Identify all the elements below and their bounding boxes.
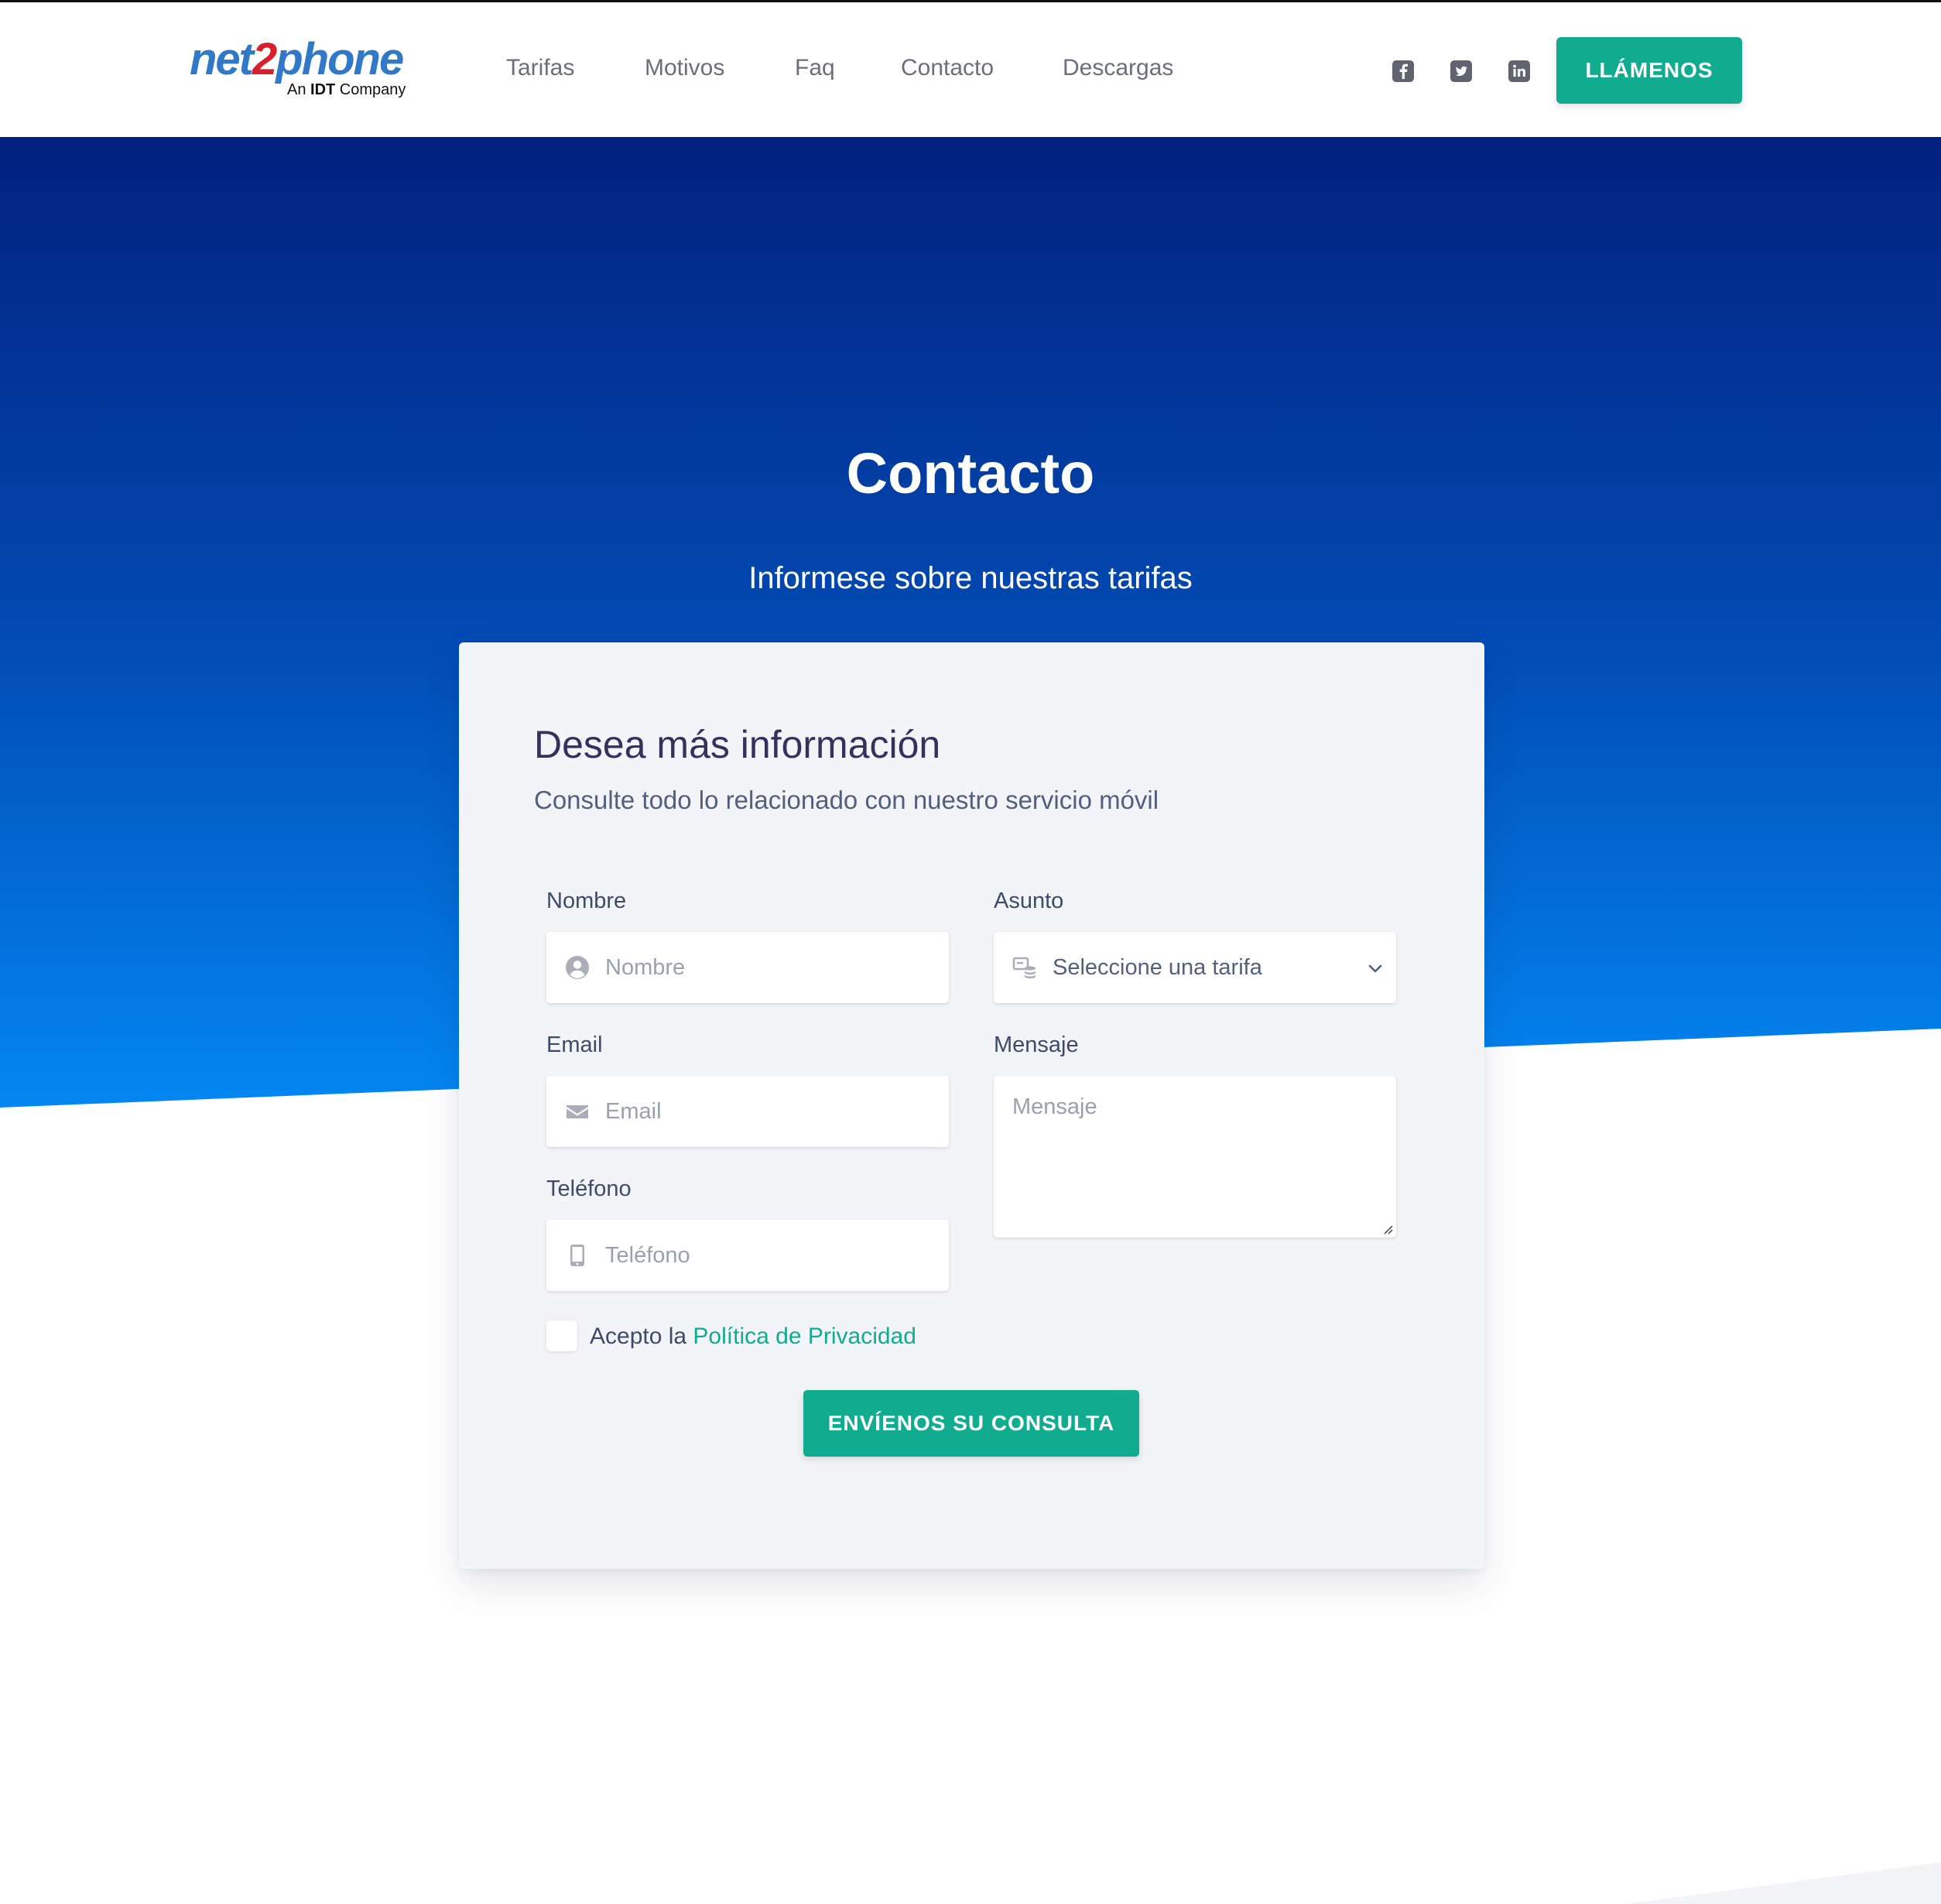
nav-descargas[interactable]: Descargas bbox=[1063, 55, 1173, 81]
telefono-field bbox=[546, 1220, 949, 1291]
resize-grip-icon[interactable] bbox=[1381, 1222, 1393, 1235]
site-header: net2phone An IDT Company Tarifas Motivos… bbox=[0, 2, 1941, 137]
privacy-label: Acepto la Política de Privacidad bbox=[590, 1324, 916, 1349]
mobile-phone-icon bbox=[565, 1243, 590, 1268]
page-subtitle: Informese sobre nuestras tarifas bbox=[748, 561, 1193, 595]
form-title: Desea más información bbox=[534, 723, 941, 766]
chevron-down-icon bbox=[1368, 964, 1382, 973]
nav-tarifas[interactable]: Tarifas bbox=[506, 55, 574, 81]
plan-list-icon bbox=[1012, 955, 1037, 980]
page-title: Contacto bbox=[846, 441, 1095, 505]
twitter-icon[interactable] bbox=[1450, 60, 1473, 83]
mensaje-textarea[interactable] bbox=[994, 1076, 1396, 1238]
logo-tagline: An IDT Company bbox=[287, 81, 406, 98]
envelope-icon bbox=[565, 1099, 590, 1124]
call-us-button[interactable]: LLÁMENOS bbox=[1556, 37, 1742, 104]
footer-wedge bbox=[1625, 1862, 1941, 1904]
asunto-select[interactable]: Seleccione una tarifa bbox=[994, 932, 1396, 1003]
privacy-checkbox[interactable] bbox=[546, 1320, 577, 1351]
user-icon bbox=[565, 955, 590, 980]
email-field bbox=[546, 1076, 949, 1147]
mensaje-field bbox=[994, 1076, 1396, 1238]
nombre-label: Nombre bbox=[546, 889, 627, 913]
email-label: Email bbox=[546, 1032, 603, 1057]
contact-form-card: Desea más información Consulte todo lo r… bbox=[459, 642, 1484, 1569]
nav-contacto[interactable]: Contacto bbox=[901, 55, 994, 81]
telefono-label: Teléfono bbox=[546, 1176, 632, 1201]
asunto-label: Asunto bbox=[994, 889, 1064, 913]
nav-faq[interactable]: Faq bbox=[795, 55, 835, 81]
nombre-field bbox=[546, 932, 949, 1003]
form-subtitle: Consulte todo lo relacionado con nuestro… bbox=[534, 786, 1159, 814]
email-input[interactable] bbox=[605, 1076, 930, 1147]
asunto-selected-value: Seleccione una tarifa bbox=[1053, 955, 1262, 980]
logo-wordmark: net2phone bbox=[190, 34, 404, 84]
logo[interactable]: net2phone An IDT Company bbox=[190, 33, 406, 103]
mensaje-label: Mensaje bbox=[994, 1032, 1079, 1057]
telefono-input[interactable] bbox=[605, 1220, 930, 1291]
facebook-icon[interactable] bbox=[1392, 60, 1415, 83]
nombre-input[interactable] bbox=[605, 932, 930, 1003]
nav-motivos[interactable]: Motivos bbox=[645, 55, 724, 81]
submit-button[interactable]: ENVÍENOS SU CONSULTA bbox=[803, 1390, 1139, 1457]
privacy-policy-link[interactable]: Política de Privacidad bbox=[693, 1324, 916, 1349]
linkedin-icon[interactable] bbox=[1508, 60, 1531, 83]
